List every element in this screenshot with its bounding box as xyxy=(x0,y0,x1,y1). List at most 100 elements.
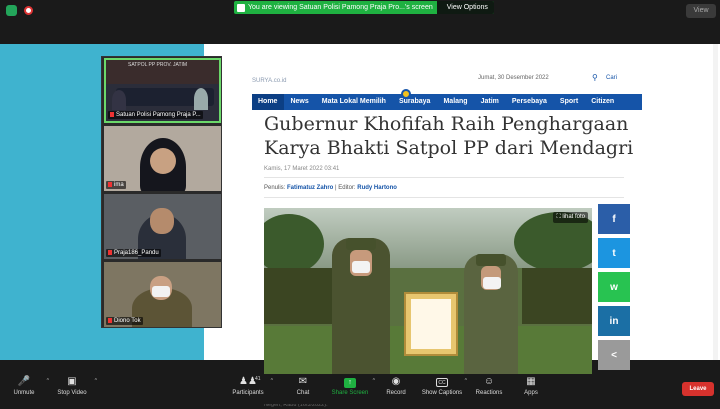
apps-icon: ▦ xyxy=(526,376,536,387)
unmute-label: Unmute xyxy=(13,390,35,396)
nav-item-malang[interactable]: Malang xyxy=(437,94,474,110)
article-title: Gubernur Khofifah Raih Penghargaan Karya… xyxy=(264,113,634,159)
video-camera-icon: ▣ xyxy=(67,376,77,387)
photo-face xyxy=(350,250,372,276)
lihat-foto-label: lihat foto xyxy=(562,214,585,220)
participant-tile[interactable]: Diono Tok xyxy=(104,262,221,327)
nav-item-surabaya[interactable]: Surabaya xyxy=(393,94,438,110)
apps-button[interactable]: ▦ Apps xyxy=(503,376,559,396)
site-logo-text: SURYA xyxy=(252,78,273,84)
site-nav: Home News Mata Lokal Memilih Surabaya Ma… xyxy=(252,94,642,110)
nav-item-news[interactable]: News xyxy=(284,94,315,110)
room-person xyxy=(194,88,208,110)
leave-button[interactable]: Leave xyxy=(682,382,714,396)
participant-gallery: SATPOL PP PROV. JATIM Satuan Polisi Pamo… xyxy=(101,56,222,328)
photo-officer xyxy=(464,254,518,393)
nav-item-citizen[interactable]: Citizen xyxy=(585,94,621,110)
divider xyxy=(264,177,624,178)
linkedin-share-button[interactable]: in xyxy=(598,306,630,336)
nav-item-jatim[interactable]: Jatim xyxy=(475,94,506,110)
participants-count: 41 xyxy=(255,376,261,382)
site-logo-suffix: .co.id xyxy=(272,78,287,84)
screen-share-icon xyxy=(237,3,245,12)
room-banner-text: SATPOL PP PROV. JATIM xyxy=(128,62,188,68)
participant-name-text: Diono Tok xyxy=(114,318,141,324)
participant-tile[interactable]: SATPOL PP PROV. JATIM Satuan Polisi Pamo… xyxy=(104,58,221,123)
mic-muted-icon xyxy=(110,111,114,117)
participant-name-text: Satuan Polisi Pamong Praja P... xyxy=(116,112,201,118)
participant-face xyxy=(150,148,176,174)
facebook-share-button[interactable]: f xyxy=(598,204,630,234)
scrollbar[interactable] xyxy=(713,44,718,360)
nav-item-mata-lokal-memilih[interactable]: Mata Lokal Memilih xyxy=(316,94,393,110)
nav-item-sport[interactable]: Sport xyxy=(554,94,585,110)
photo-cap xyxy=(346,238,376,250)
zoom-top-bar: You are viewing Satuan Polisi Pamong Pra… xyxy=(0,0,720,22)
participant-name: Diono Tok xyxy=(106,316,143,325)
participant-name-text: ima xyxy=(114,182,124,188)
security-shield-icon[interactable] xyxy=(6,5,17,16)
reactions-label: Reactions xyxy=(475,390,503,396)
participants-icon: ♟♟ xyxy=(239,376,257,387)
participant-mask xyxy=(152,286,170,297)
article-date: Kamis, 17 Maret 2022 03:41 xyxy=(264,166,340,172)
photo-cap xyxy=(476,254,506,266)
recording-icon xyxy=(24,6,33,15)
participant-face xyxy=(150,208,174,234)
article-photo[interactable]: ⛶ lihat foto ist/humas jatim xyxy=(264,208,592,393)
chevron-up-icon[interactable]: ^ xyxy=(95,378,97,384)
chevron-up-icon[interactable]: ^ xyxy=(271,378,273,384)
whatsapp-icon: w xyxy=(610,281,618,293)
screen-share-banner-text: You are viewing Satuan Polisi Pamong Pra… xyxy=(248,4,433,11)
search-label[interactable]: Cari xyxy=(606,75,617,81)
byline-mid: | Editor: xyxy=(333,185,358,191)
mic-muted-icon xyxy=(108,249,112,255)
apps-label: Apps xyxy=(524,390,538,396)
twitter-icon: t xyxy=(612,247,616,259)
chat-label: Chat xyxy=(296,390,310,396)
browser-window: SURYA.co.id Jumat, 30 Desember 2022 ⚲ Ca… xyxy=(250,44,642,408)
share-screen-label: Share Screen xyxy=(331,390,369,396)
photo-troops-right xyxy=(522,268,592,324)
twitter-share-button[interactable]: t xyxy=(598,238,630,268)
byline-prefix: Penulis: xyxy=(264,185,288,191)
editor-link[interactable]: Rudy Hartono xyxy=(357,185,397,191)
nav-item-persebaya[interactable]: Persebaya xyxy=(506,94,554,110)
facebook-icon: f xyxy=(612,213,616,225)
site-logo[interactable]: SURYA.co.id xyxy=(252,74,286,84)
participants-label: Participants xyxy=(232,390,264,396)
photo-mask xyxy=(352,261,370,273)
participant-name: Satuan Polisi Pamong Praja P... xyxy=(108,110,203,119)
participant-tile[interactable]: Praja186_Pandu xyxy=(104,194,221,259)
participants-button[interactable]: ♟♟ 41 Participants ^ xyxy=(220,376,276,396)
participant-tile[interactable]: ima xyxy=(104,126,221,191)
participant-name-text: Praja186_Pandu xyxy=(114,250,159,256)
zoom-toolbar: 🎤 Unmute ^ ▣ Stop Video ^ ♟♟ 41 Particip… xyxy=(0,374,720,404)
nav-item-home[interactable]: Home xyxy=(252,94,285,110)
show-captions-label: Show Captions xyxy=(421,390,463,396)
lihat-foto-button[interactable]: ⛶ lihat foto xyxy=(553,212,588,223)
photo-troops-left xyxy=(264,268,334,324)
view-button[interactable]: View xyxy=(686,4,716,18)
share-icon: < xyxy=(611,349,617,361)
mic-muted-icon xyxy=(108,317,112,323)
whatsapp-share-button[interactable]: w xyxy=(598,272,630,302)
site-date: Jumat, 30 Desember 2022 xyxy=(478,75,549,81)
photo-governor xyxy=(332,238,390,393)
share-button[interactable]: < xyxy=(598,340,630,370)
location-pin-icon xyxy=(401,89,411,99)
writer-link[interactable]: Fatimatuz Zahro xyxy=(287,185,333,191)
screen-share-banner: You are viewing Satuan Polisi Pamong Pra… xyxy=(234,1,494,14)
view-options-button[interactable]: View Options xyxy=(436,1,494,14)
article-byline: Penulis: Fatimatuz Zahro | Editor: Rudy … xyxy=(264,185,397,191)
photo-face xyxy=(481,266,501,290)
search-icon[interactable]: ⚲ xyxy=(592,73,598,82)
divider xyxy=(264,197,624,198)
participant-name: ima xyxy=(106,180,126,189)
photo-mask xyxy=(483,277,501,289)
participant-name: Praja186_Pandu xyxy=(106,248,161,257)
stop-video-button[interactable]: ▣ Stop Video ^ xyxy=(44,376,100,396)
mic-muted-icon xyxy=(108,181,112,187)
photo-certificate-paper xyxy=(411,299,451,349)
record-label: Record xyxy=(386,390,406,396)
